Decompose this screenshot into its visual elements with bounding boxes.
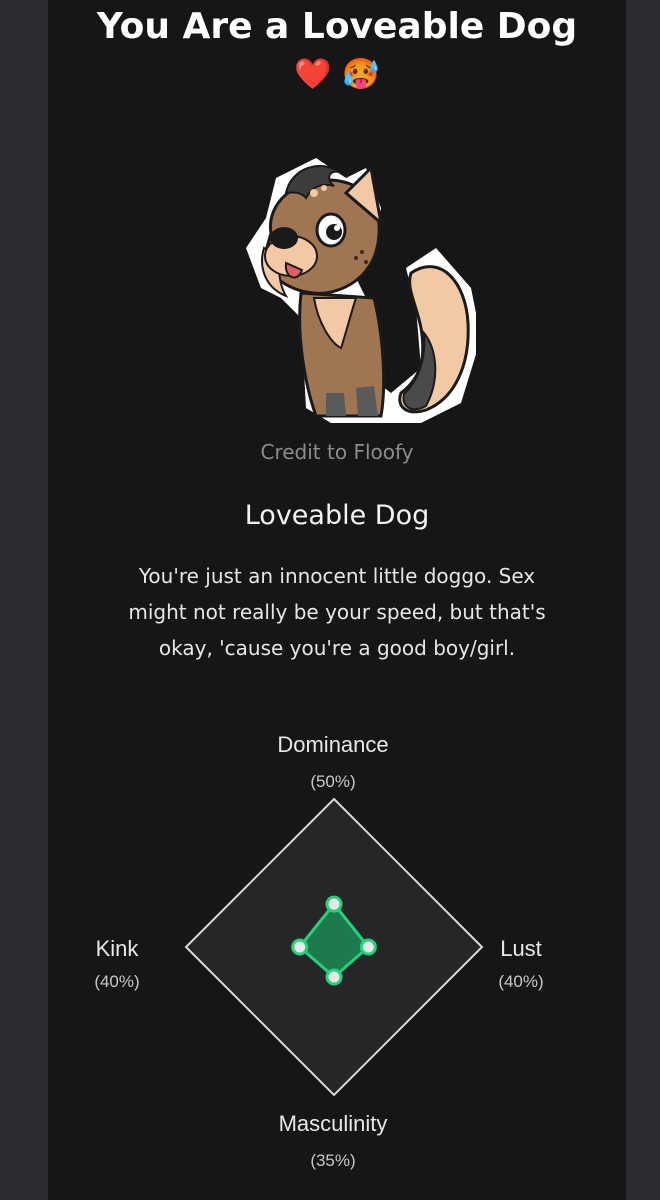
radar-point-dominance <box>325 895 343 913</box>
radar-point-masculinity <box>325 968 343 986</box>
axis-label-lust: Lust <box>500 936 542 961</box>
left-gutter <box>0 0 48 1200</box>
axis-value-kink: (40%) <box>94 972 140 991</box>
result-card: You Are a Loveable Dog ❤️ 🥵 Credit to Fl… <box>48 0 626 1200</box>
screen: You Are a Loveable Dog ❤️ 🥵 Credit to Fl… <box>0 0 660 1200</box>
axis-value-lust: (40%) <box>498 972 544 991</box>
axis-label-dominance: Dominance <box>277 732 389 757</box>
axis-label-kink: Kink <box>95 936 139 961</box>
axis-label-masculinity: Masculinity <box>278 1111 388 1136</box>
radar-point-lust <box>359 938 377 956</box>
right-gutter <box>626 0 660 1200</box>
axis-value-masculinity: (35%) <box>310 1151 356 1170</box>
axis-value-dominance: (50%) <box>310 772 356 791</box>
radar-chart <box>184 797 484 1097</box>
radar-point-kink <box>291 938 309 956</box>
